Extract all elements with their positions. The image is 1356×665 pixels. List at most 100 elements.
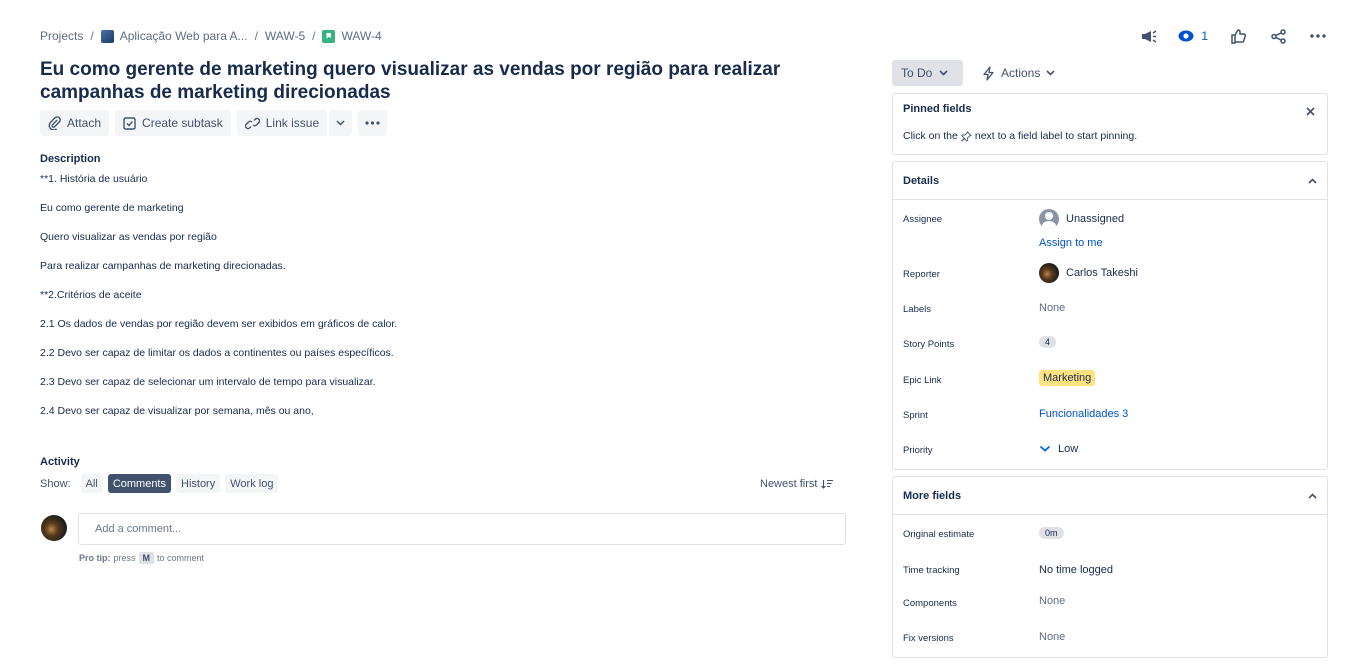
lightning-icon <box>983 65 994 81</box>
epic-link-value[interactable]: Marketing <box>1039 370 1096 386</box>
sort-order-label: Newest first <box>760 478 818 490</box>
protip-press: press <box>113 553 136 563</box>
attach-button[interactable]: Attach <box>40 110 110 136</box>
epic-link-label: Epic Link <box>903 375 942 386</box>
priority-value[interactable]: Low <box>1039 443 1078 455</box>
attach-label: Attach <box>67 116 102 130</box>
pinned-hint-after: next to a field label to start pinning. <box>974 130 1138 142</box>
more-fields-title: More fields <box>903 489 962 502</box>
time-tracking-label: Time tracking <box>903 565 960 576</box>
components-value[interactable]: None <box>1039 595 1065 607</box>
chevron-down-icon <box>939 70 948 76</box>
labels-label: Labels <box>903 304 931 315</box>
priority-name: Low <box>1058 443 1079 455</box>
close-icon[interactable] <box>1303 104 1317 118</box>
reporter-value[interactable]: Carlos Takeshi <box>1039 263 1138 283</box>
create-subtask-label: Create subtask <box>142 116 223 130</box>
breadcrumb-separator: / <box>312 29 316 43</box>
actions-label: Actions <box>1001 66 1041 80</box>
description-line: 2.4 Devo ser capaz de visualizar por sem… <box>40 405 314 417</box>
link-issue-button[interactable]: Link issue <box>236 110 328 136</box>
filter-all[interactable]: All <box>80 474 103 493</box>
watch-count: 1 <box>1201 29 1208 43</box>
filter-comments[interactable]: Comments <box>107 474 171 493</box>
components-label: Components <box>903 598 957 609</box>
details-panel: Details Assignee Unassigned Assign to me… <box>892 161 1328 470</box>
create-subtask-button[interactable]: Create subtask <box>115 110 231 136</box>
description-line: 2.3 Devo ser capaz de selecionar um inte… <box>40 376 376 388</box>
status-button[interactable]: To Do <box>892 60 963 86</box>
thumbs-up-icon[interactable] <box>1228 26 1248 46</box>
labels-value[interactable]: None <box>1039 302 1065 314</box>
reporter-label: Reporter <box>903 269 940 280</box>
share-icon[interactable] <box>1268 26 1288 46</box>
time-tracking-value[interactable]: No time logged <box>1039 564 1113 576</box>
feedback-megaphone-icon[interactable] <box>1138 26 1158 46</box>
filter-work-log[interactable]: Work log <box>225 474 279 493</box>
comment-input[interactable]: Add a comment... <box>78 513 846 545</box>
original-estimate-value[interactable]: 0m <box>1039 527 1064 539</box>
comment-protip: Pro tip: press M to comment <box>79 552 204 564</box>
breadcrumb-separator: / <box>90 29 94 43</box>
breadcrumb-issue[interactable]: WAW-4 <box>341 29 381 43</box>
more-fields-header[interactable]: More fields <box>893 477 1327 515</box>
details-header[interactable]: Details <box>893 162 1327 200</box>
story-points-value[interactable]: 4 <box>1039 336 1057 348</box>
priority-low-icon <box>1040 446 1050 452</box>
original-estimate-label: Original estimate <box>903 529 975 540</box>
more-fields-panel: More fields Original estimate 0m Time tr… <box>892 476 1328 658</box>
fix-versions-value[interactable]: None <box>1039 631 1065 643</box>
description-line: Para realizar campanhas de marketing dir… <box>40 260 286 272</box>
story-points-label: Story Points <box>903 339 955 350</box>
breadcrumb: Projects / Aplicação Web para A... / WAW… <box>40 29 382 43</box>
current-user-avatar <box>41 515 67 541</box>
assignee-value[interactable]: Unassigned <box>1039 209 1124 229</box>
sort-icon <box>821 479 834 489</box>
description-line: **1. História de usuário <box>40 173 148 185</box>
reporter-name: Carlos Takeshi <box>1066 267 1138 279</box>
project-icon <box>100 29 114 43</box>
pin-icon <box>960 130 972 142</box>
issue-header-actions: 1 <box>1138 26 1328 46</box>
description-body[interactable]: **1. História de usuário Eu como gerente… <box>40 173 397 434</box>
chevron-up-icon <box>1308 492 1317 499</box>
issue-title[interactable]: Eu como gerente de marketing quero visua… <box>40 58 860 104</box>
description-line: Quero visualizar as vendas por região <box>40 231 217 243</box>
chevron-down-icon <box>336 120 345 126</box>
fix-versions-label: Fix versions <box>903 633 954 644</box>
filter-history[interactable]: History <box>176 474 221 493</box>
toolbar-more-button[interactable] <box>358 110 388 136</box>
breadcrumb-projects[interactable]: Projects <box>40 29 83 43</box>
sprint-label: Sprint <box>903 410 928 421</box>
assign-to-me-link[interactable]: Assign to me <box>1039 237 1103 249</box>
sort-order-button[interactable]: Newest first <box>760 478 834 490</box>
protip-key: M <box>138 552 155 564</box>
priority-label: Priority <box>903 445 933 456</box>
assignee-label: Assignee <box>903 214 943 225</box>
breadcrumb-separator: / <box>254 29 258 43</box>
more-options-icon[interactable] <box>1308 26 1328 46</box>
assignee-name: Unassigned <box>1066 213 1125 225</box>
original-estimate-badge: 0m <box>1039 527 1064 539</box>
status-label: To Do <box>901 66 933 80</box>
story-points-badge: 4 <box>1039 336 1057 348</box>
eye-icon <box>1178 30 1194 42</box>
link-issue-dropdown[interactable] <box>329 110 353 136</box>
activity-label: Activity <box>40 456 80 468</box>
story-icon <box>322 29 336 43</box>
pinned-fields-hint: Click on the next to a field label to st… <box>903 130 1137 142</box>
description-line: **2.Critérios de aceite <box>40 289 142 301</box>
breadcrumb-epic[interactable]: WAW-5 <box>265 29 305 43</box>
subtask-icon <box>123 116 136 130</box>
pinned-fields-title: Pinned fields <box>903 103 972 115</box>
issue-toolbar: Attach Create subtask Link issue <box>40 110 388 136</box>
epic-lozenge: Marketing <box>1039 370 1096 386</box>
reporter-avatar <box>1039 263 1059 283</box>
sprint-value[interactable]: Funcionalidades 3 <box>1039 408 1128 420</box>
actions-button[interactable]: Actions <box>982 60 1055 86</box>
breadcrumb-project[interactable]: Aplicação Web para A... <box>120 29 248 43</box>
details-title: Details <box>903 174 940 187</box>
link-issue-group: Link issue <box>236 110 353 136</box>
paperclip-icon <box>48 116 61 130</box>
watch-button[interactable]: 1 <box>1178 29 1208 43</box>
